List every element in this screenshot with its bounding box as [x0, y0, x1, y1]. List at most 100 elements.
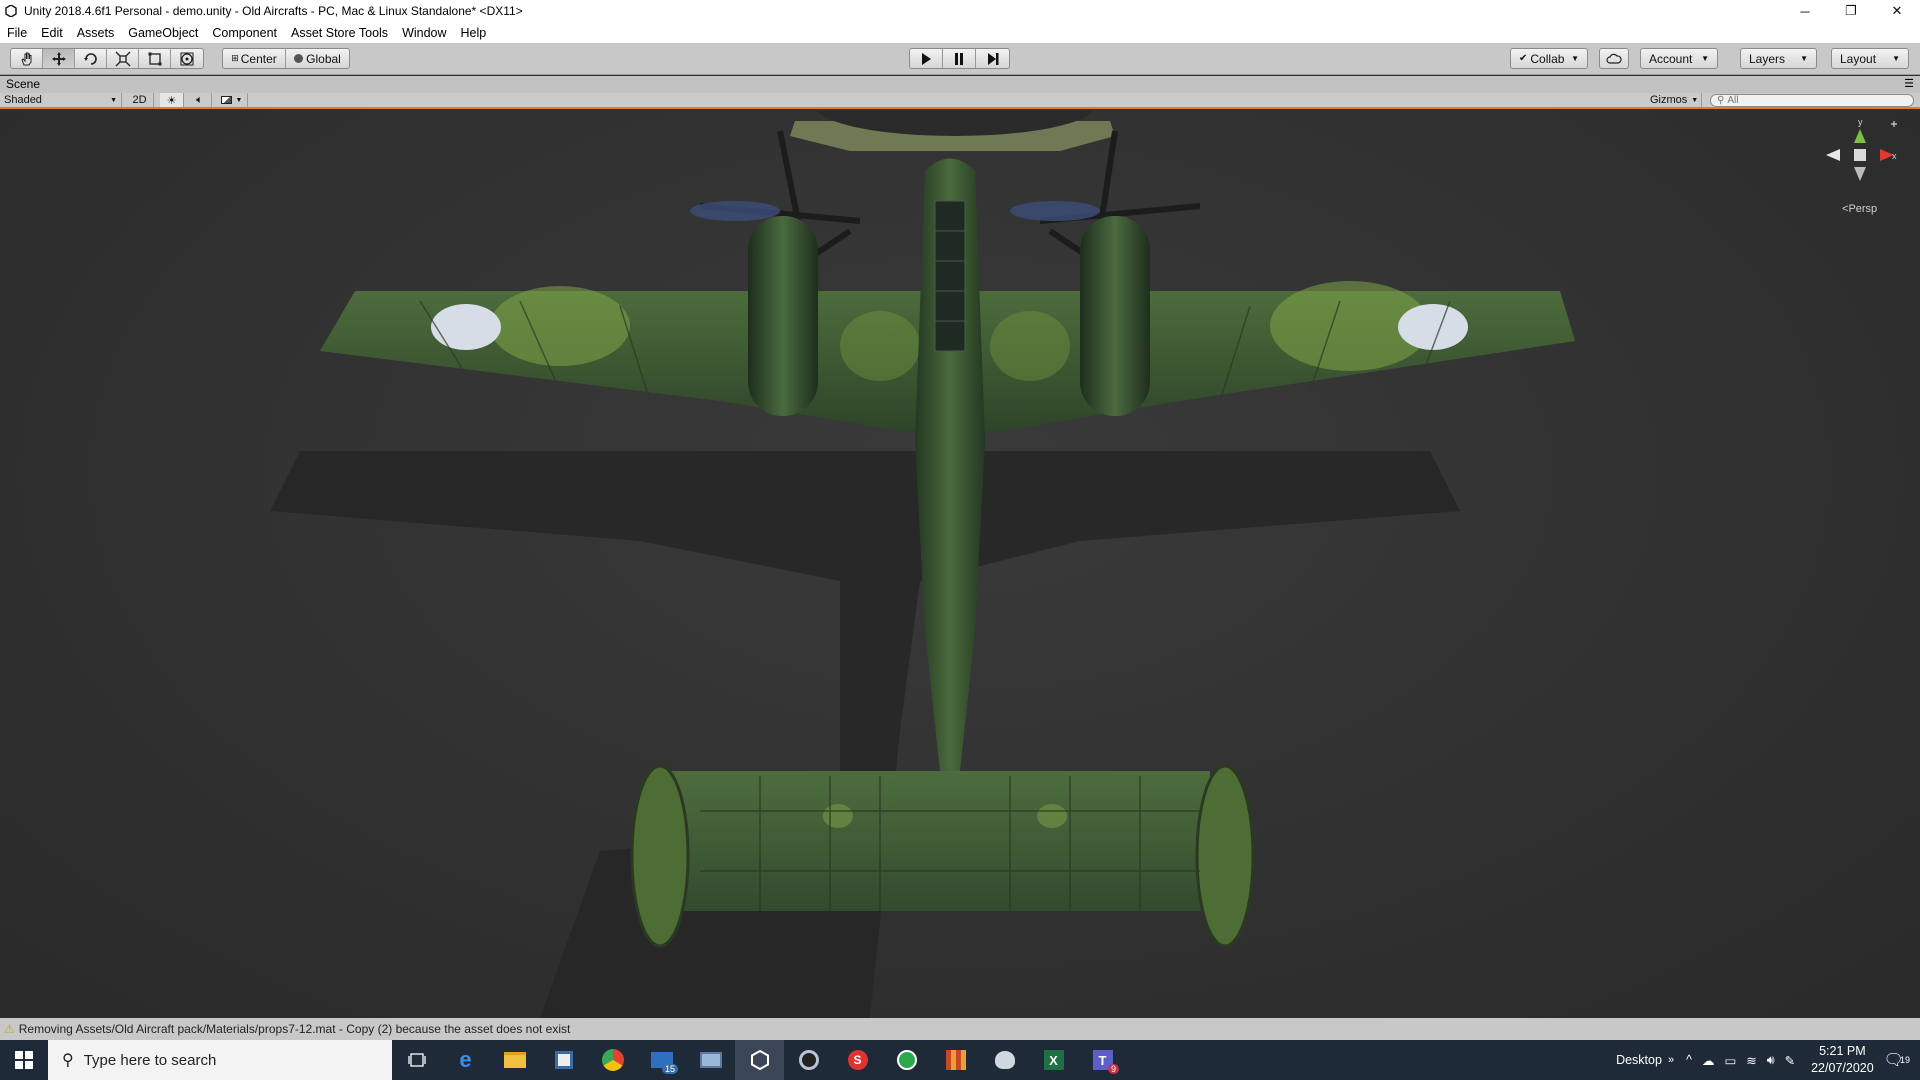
- menu-gameobject[interactable]: GameObject: [121, 26, 205, 40]
- palette-icon: [994, 1051, 1015, 1069]
- menu-help[interactable]: Help: [454, 26, 494, 40]
- chrome-icon: [601, 1049, 624, 1071]
- panel-menu-icon[interactable]: ☰: [1904, 77, 1914, 90]
- rect-tool-button[interactable]: [139, 49, 171, 68]
- rotate-icon: [83, 52, 97, 65]
- hand-icon: [20, 52, 31, 65]
- status-message: Removing Assets/Old Aircraft pack/Materi…: [18, 1022, 571, 1036]
- collab-dropdown[interactable]: ✔ Collab ▼: [1510, 48, 1588, 69]
- menu-window[interactable]: Window: [395, 26, 453, 40]
- layout-dropdown[interactable]: Layout ▼: [1831, 48, 1909, 69]
- tailplane: [660, 771, 1210, 911]
- pause-button[interactable]: [943, 49, 976, 68]
- aircraft-render: [270, 111, 1575, 1018]
- globe-icon: [294, 54, 304, 63]
- remote-desktop-app[interactable]: [686, 1040, 735, 1080]
- effects-dropdown[interactable]: ▼: [216, 93, 248, 107]
- menu-file[interactable]: File: [0, 26, 34, 40]
- roundel-right: [1398, 304, 1468, 350]
- scene-search-input[interactable]: ⚲ All: [1710, 94, 1914, 107]
- gizmos-dropdown[interactable]: Gizmos ▼: [1646, 93, 1702, 107]
- tail-fin-left: [630, 764, 690, 948]
- pivot-center-button[interactable]: ⊞ Center: [223, 49, 286, 68]
- store-app[interactable]: [539, 1040, 588, 1080]
- move-tool-button[interactable]: [43, 49, 75, 68]
- cloud-button[interactable]: [1599, 48, 1629, 69]
- chevron-up-icon[interactable]: ^: [1686, 1053, 1692, 1067]
- play-button[interactable]: [910, 49, 943, 68]
- notifications-button[interactable]: 🗨︎ 19: [1884, 1050, 1910, 1070]
- window-title: Unity 2018.4.6f1 Personal - demo.unity -…: [24, 4, 523, 18]
- menu-component[interactable]: Component: [205, 26, 284, 40]
- file-explorer-app[interactable]: [490, 1040, 539, 1080]
- taskbar-search-input[interactable]: ⚲ Type here to search: [48, 1040, 392, 1080]
- chevron-down-icon: ▼: [1571, 54, 1579, 63]
- y-axis-cone: [1854, 129, 1866, 143]
- 2d-label: 2D: [132, 94, 147, 106]
- scale-tool-button[interactable]: [107, 49, 139, 68]
- desktop-toolbar-label[interactable]: Desktop: [1616, 1053, 1662, 1067]
- task-view-button[interactable]: [392, 1040, 441, 1080]
- lighting-toggle[interactable]: ☀: [160, 93, 184, 107]
- layers-dropdown[interactable]: Layers ▼: [1740, 48, 1817, 69]
- status-bar[interactable]: ⚠ Removing Assets/Old Aircraft pack/Mate…: [0, 1018, 1920, 1040]
- edge-app[interactable]: e: [441, 1040, 490, 1080]
- menu-bar: File Edit Assets GameObject Component As…: [0, 22, 1920, 43]
- folder-icon: [503, 1052, 526, 1068]
- account-dropdown[interactable]: Account ▼: [1640, 48, 1718, 69]
- transform-combined-icon: [180, 52, 194, 65]
- draw-mode-label: Shaded: [4, 94, 42, 106]
- restore-button[interactable]: ❐: [1828, 0, 1874, 22]
- main-toolbar: ⊞ Center Global ✔ Collab ▼ Account ▼ Lay…: [0, 43, 1920, 75]
- close-button[interactable]: ✕: [1874, 0, 1920, 22]
- unity-app[interactable]: [735, 1040, 784, 1080]
- teams-app[interactable]: T 9: [1078, 1040, 1127, 1080]
- camo-patch: [490, 286, 630, 366]
- wifi-icon[interactable]: ≋: [1746, 1053, 1756, 1068]
- scene-orientation-gizmo[interactable]: y x <Persp: [1820, 115, 1900, 215]
- cloud-icon: [1606, 53, 1622, 64]
- sun-icon: ☀: [166, 94, 177, 107]
- pivot-label: Center: [240, 51, 277, 66]
- substance-icon: S: [847, 1050, 868, 1070]
- camo-patch: [1037, 804, 1067, 828]
- paint-app[interactable]: [980, 1040, 1029, 1080]
- draw-mode-dropdown[interactable]: Shaded ▼: [0, 93, 122, 107]
- globe-app[interactable]: [882, 1040, 931, 1080]
- camo-patch: [823, 804, 853, 828]
- excel-app[interactable]: X: [1029, 1040, 1078, 1080]
- minimize-button[interactable]: ─: [1782, 0, 1828, 22]
- gizmo-center-cube: [1854, 149, 1866, 161]
- space-global-button[interactable]: Global: [286, 49, 349, 68]
- scene-viewport[interactable]: y x <Persp: [0, 111, 1920, 1018]
- axis-y-label: y: [1858, 117, 1863, 127]
- globe-icon: [896, 1050, 917, 1070]
- mail-app[interactable]: 15: [637, 1040, 686, 1080]
- windows-logo-icon: [15, 1051, 33, 1069]
- audio-toggle[interactable]: 🔈︎: [188, 93, 212, 107]
- step-button[interactable]: [976, 49, 1009, 68]
- scene-tab[interactable]: Scene: [6, 77, 40, 91]
- taskbar-clock[interactable]: 5:21 PM 22/07/2020: [1811, 1043, 1874, 1077]
- double-chevron-icon[interactable]: »: [1668, 1054, 1674, 1066]
- menu-edit[interactable]: Edit: [34, 26, 70, 40]
- search-placeholder: All: [1727, 95, 1739, 106]
- volume-icon[interactable]: 🔊︎: [1767, 1053, 1775, 1068]
- battery-icon[interactable]: ▭: [1724, 1053, 1736, 1068]
- substance-app[interactable]: S: [833, 1040, 882, 1080]
- menu-asset-store-tools[interactable]: Asset Store Tools: [284, 26, 395, 40]
- pen-icon[interactable]: ✎: [1785, 1053, 1795, 1068]
- menu-assets[interactable]: Assets: [70, 26, 122, 40]
- store-icon: [554, 1051, 573, 1069]
- 2d-toggle[interactable]: 2D: [126, 93, 154, 107]
- start-button[interactable]: [0, 1040, 48, 1080]
- projection-label[interactable]: <Persp: [1842, 203, 1877, 215]
- unity-hub-app[interactable]: [784, 1040, 833, 1080]
- office-app[interactable]: [931, 1040, 980, 1080]
- rotate-tool-button[interactable]: [75, 49, 107, 68]
- roundel-left: [431, 304, 501, 350]
- combined-tool-button[interactable]: [171, 49, 203, 68]
- chrome-app[interactable]: [588, 1040, 637, 1080]
- hand-tool-button[interactable]: [11, 49, 43, 68]
- onedrive-icon[interactable]: ☁: [1702, 1053, 1715, 1068]
